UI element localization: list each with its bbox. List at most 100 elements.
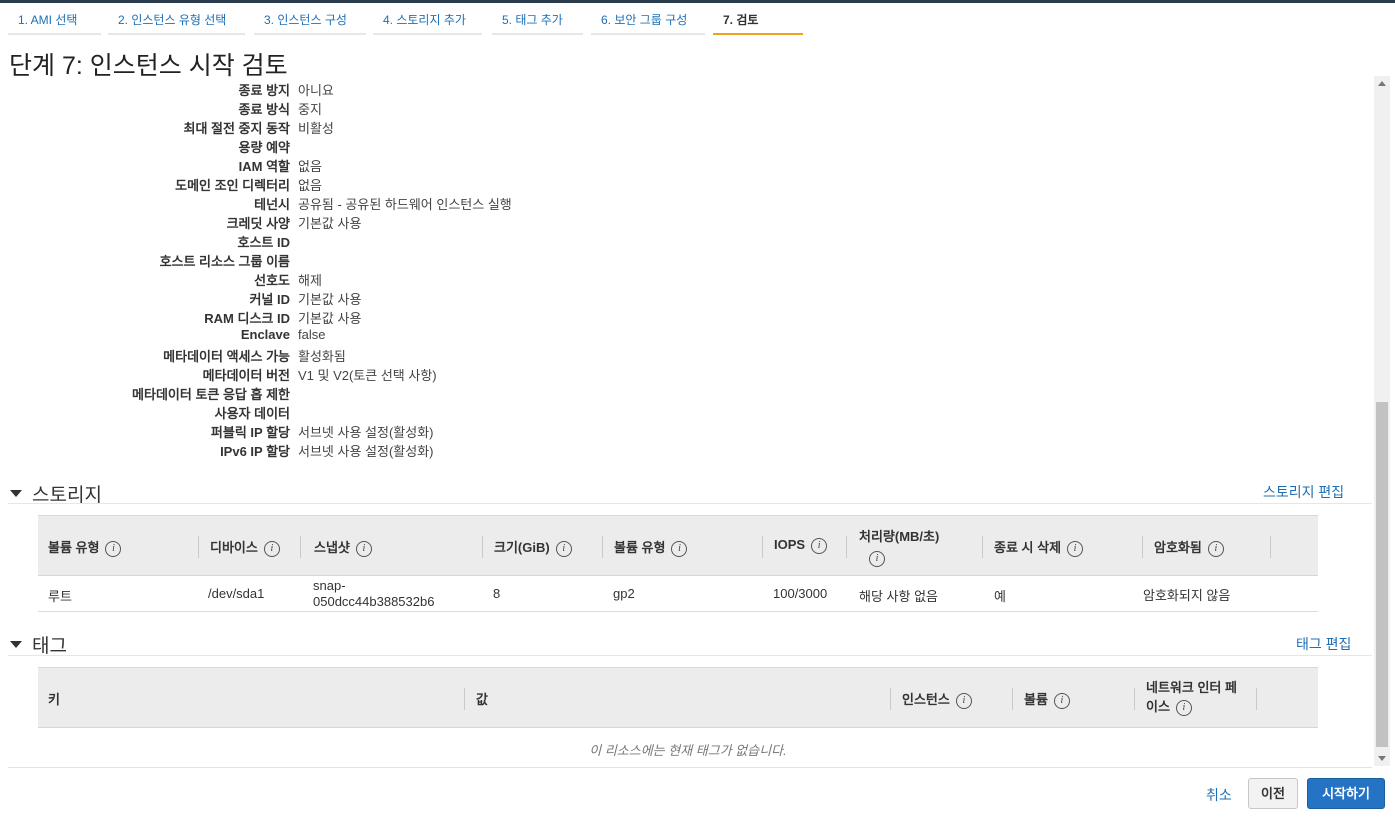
edit-storage-link[interactable]: 스토리지 편집 xyxy=(1263,482,1344,502)
detail-value: 공유됨 - 공유된 하드웨어 인스턴스 실행 xyxy=(298,197,512,212)
detail-label: 커널 ID xyxy=(249,292,290,307)
detail-row: 퍼블릭 IP 할당 서브넷 사용 설정(활성화) xyxy=(0,422,434,441)
cell-device: /dev/sda1 xyxy=(208,586,265,601)
cell-type: gp2 xyxy=(613,586,635,601)
info-icon[interactable]: i xyxy=(1175,699,1192,716)
column-divider xyxy=(1134,688,1135,710)
tab-configure-instance[interactable]: 3. 인스턴스 구성 xyxy=(254,8,366,35)
tab-instance-type[interactable]: 2. 인스턴스 유형 선택 xyxy=(108,8,245,35)
scrollbar-thumb[interactable] xyxy=(1376,402,1388,747)
detail-label: 종료 방식 xyxy=(238,102,290,117)
detail-value: 기본값 사용 xyxy=(298,311,362,326)
section-divider xyxy=(8,655,1372,656)
detail-row: 용량 예약 xyxy=(0,137,290,156)
tab-ami[interactable]: 1. AMI 선택 xyxy=(8,8,101,35)
scroll-up-arrow-icon[interactable] xyxy=(1378,81,1386,86)
detail-row: 종료 방식 중지 xyxy=(0,99,322,118)
info-icon[interactable]: i xyxy=(355,540,372,557)
info-icon[interactable]: i xyxy=(1053,692,1070,709)
detail-label: 용량 예약 xyxy=(238,140,290,155)
cell-encrypted: 암호화되지 않음 xyxy=(1143,588,1231,603)
detail-label: 메타데이터 액세스 가능 xyxy=(163,349,290,364)
detail-label: 최대 절전 중지 동작 xyxy=(183,121,290,136)
column-header: 암호화됨 i xyxy=(1154,537,1224,557)
detail-value: 기본값 사용 xyxy=(298,216,362,231)
column-divider xyxy=(1142,536,1143,558)
detail-label: 퍼블릭 IP 할당 xyxy=(210,425,290,440)
detail-value: 기본값 사용 xyxy=(298,292,362,307)
detail-row: 사용자 데이터 xyxy=(0,403,290,422)
column-header: 값 xyxy=(476,692,488,707)
info-icon[interactable]: i xyxy=(1207,540,1224,557)
scroll-down-arrow-icon[interactable] xyxy=(1378,756,1386,761)
footer-divider xyxy=(8,767,1372,768)
detail-label: 메타데이터 버전 xyxy=(202,368,290,383)
detail-label: 크레딧 사양 xyxy=(226,216,290,231)
cell-snapshot-line2: 050dcc44b388532b6 xyxy=(313,594,435,609)
column-header: 키 xyxy=(48,692,60,707)
cell-iops: 100/3000 xyxy=(773,586,828,601)
detail-label: 호스트 리소스 그룹 이름 xyxy=(159,254,290,269)
column-divider xyxy=(464,688,465,710)
info-icon[interactable]: i xyxy=(105,540,122,557)
detail-label: 호스트 ID xyxy=(237,235,291,250)
column-header: 스냅샷 i xyxy=(314,537,372,557)
launch-button[interactable]: 시작하기 xyxy=(1307,778,1385,809)
cancel-button[interactable]: 취소 xyxy=(1206,785,1232,805)
detail-value: V1 및 V2(토큰 선택 사항) xyxy=(298,368,437,383)
detail-label: RAM 디스크 ID xyxy=(204,311,290,326)
column-header: 종료 시 삭제 i xyxy=(994,537,1084,557)
page-title: 단계 7: 인스턴스 시작 검토 xyxy=(9,52,288,80)
column-header: 크기(GiB) i xyxy=(494,537,572,557)
caret-down-icon xyxy=(10,490,22,498)
detail-value: 없음 xyxy=(298,159,322,174)
tags-table-header: 키 값 인스턴스 i 볼륨 i 네트워크 인터 페이스 i xyxy=(38,667,1318,728)
detail-label: Enclave xyxy=(240,327,290,342)
detail-row: 메타데이터 액세스 가능 활성화됨 xyxy=(0,346,346,365)
column-divider xyxy=(846,536,847,558)
info-icon[interactable]: i xyxy=(811,537,828,554)
tab-add-tags[interactable]: 5. 태그 추가 xyxy=(492,8,583,35)
detail-row: 종료 방지 아니요 xyxy=(0,80,334,99)
detail-label: 테넌시 xyxy=(254,197,290,212)
detail-label: 메타데이터 토큰 응답 홉 제한 xyxy=(132,387,290,402)
tab-review[interactable]: 7. 검토 xyxy=(713,8,803,35)
detail-row: 호스트 ID xyxy=(0,232,291,251)
cell-size: 8 xyxy=(493,586,501,601)
tab-add-storage[interactable]: 4. 스토리지 추가 xyxy=(373,8,482,35)
row-divider xyxy=(38,611,1318,612)
info-icon[interactable]: i xyxy=(671,540,688,557)
column-header: 네트워크 인터 페이스 i xyxy=(1146,680,1237,716)
detail-row: RAM 디스크 ID 기본값 사용 xyxy=(0,308,361,327)
info-icon[interactable]: i xyxy=(955,692,972,709)
previous-button[interactable]: 이전 xyxy=(1248,778,1298,809)
column-header: 볼륨 유형 i xyxy=(48,537,122,557)
tab-security-group[interactable]: 6. 보안 그룹 구성 xyxy=(591,8,705,35)
column-divider xyxy=(1012,688,1013,710)
caret-down-icon xyxy=(10,641,22,649)
column-header: 처리량(MB/초) i xyxy=(859,526,979,568)
cell-throughput: 해당 사항 없음 xyxy=(859,589,938,604)
tags-section-toggle[interactable]: 태그 xyxy=(10,631,67,658)
column-header: 인스턴스 i xyxy=(902,689,972,709)
detail-value: 없음 xyxy=(298,178,322,193)
info-icon[interactable]: i xyxy=(869,550,885,567)
column-divider xyxy=(762,536,763,558)
detail-value: 서브넷 사용 설정(활성화) xyxy=(298,425,434,440)
top-bar xyxy=(0,0,1395,3)
detail-label: 사용자 데이터 xyxy=(214,406,290,421)
edit-tags-link[interactable]: 태그 편집 xyxy=(1296,634,1351,654)
vertical-scrollbar[interactable] xyxy=(1374,76,1390,766)
detail-row: 메타데이터 버전 V1 및 V2(토큰 선택 사항) xyxy=(0,365,437,384)
column-divider xyxy=(198,536,199,558)
detail-label: IPv6 IP 할당 xyxy=(220,444,290,459)
info-icon[interactable]: i xyxy=(555,540,572,557)
column-divider xyxy=(300,536,301,558)
info-icon[interactable]: i xyxy=(263,540,280,557)
detail-row: 도메인 조인 디렉터리 없음 xyxy=(0,175,322,194)
info-icon[interactable]: i xyxy=(1067,540,1084,557)
detail-value: 활성화됨 xyxy=(298,349,346,364)
detail-row: 선호도 해제 xyxy=(0,270,322,289)
detail-value: false xyxy=(298,327,326,342)
column-divider xyxy=(890,688,891,710)
